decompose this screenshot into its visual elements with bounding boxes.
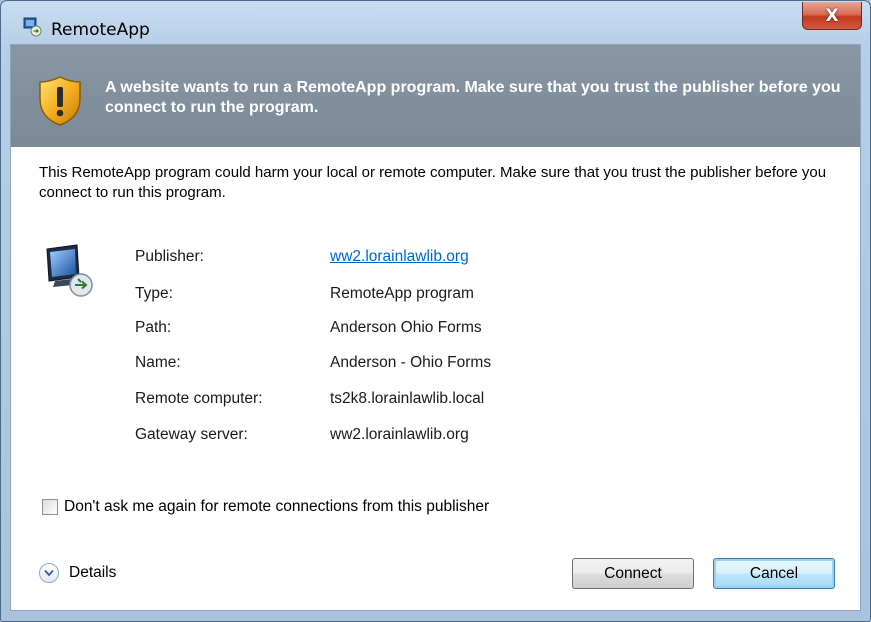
dialog-content: A website wants to run a RemoteApp progr…	[10, 44, 861, 611]
path-value: Anderson Ohio Forms	[330, 319, 482, 336]
name-label: Name:	[135, 354, 181, 371]
dont-ask-again-checkbox[interactable]	[42, 499, 58, 515]
type-label: Type:	[135, 285, 173, 302]
close-icon: X	[825, 5, 839, 26]
type-value: RemoteApp program	[330, 285, 474, 302]
details-expand-button[interactable]	[39, 563, 59, 583]
title-bar[interactable]: RemoteApp X	[1, 1, 870, 45]
gateway-server-label: Gateway server:	[135, 426, 248, 443]
remote-computer-value: ts2k8.lorainlawlib.local	[330, 390, 485, 407]
connect-button[interactable]: Connect	[572, 558, 694, 589]
publisher-label: Publisher:	[135, 248, 204, 265]
remote-computer-icon	[46, 244, 93, 297]
chevron-down-icon	[44, 569, 54, 577]
window-title: RemoteApp	[51, 20, 150, 40]
dont-ask-again-label[interactable]: Don't ask me again for remote connection…	[64, 498, 489, 516]
remoteapp-icon	[23, 17, 42, 37]
details-label[interactable]: Details	[69, 564, 116, 582]
warning-text: This RemoteApp program could harm your l…	[39, 164, 827, 201]
details-toggle[interactable]: Details	[39, 563, 116, 583]
remote-computer-label: Remote computer:	[135, 390, 263, 407]
banner-message: A website wants to run a RemoteApp progr…	[105, 79, 841, 116]
cancel-button[interactable]: Cancel	[713, 558, 835, 589]
gateway-server-value: ww2.lorainlawlib.org	[330, 426, 469, 443]
warning-banner: A website wants to run a RemoteApp progr…	[11, 45, 860, 147]
name-value: Anderson - Ohio Forms	[330, 354, 492, 371]
remoteapp-dialog: RemoteApp X A website wants to run a Rem…	[0, 0, 871, 622]
warning-shield-icon	[39, 76, 81, 126]
dont-ask-again-option[interactable]: Don't ask me again for remote connection…	[42, 498, 489, 516]
close-button[interactable]: X	[802, 2, 862, 30]
publisher-link[interactable]: ww2.lorainlawlib.org	[330, 248, 469, 266]
path-label: Path:	[135, 319, 172, 336]
